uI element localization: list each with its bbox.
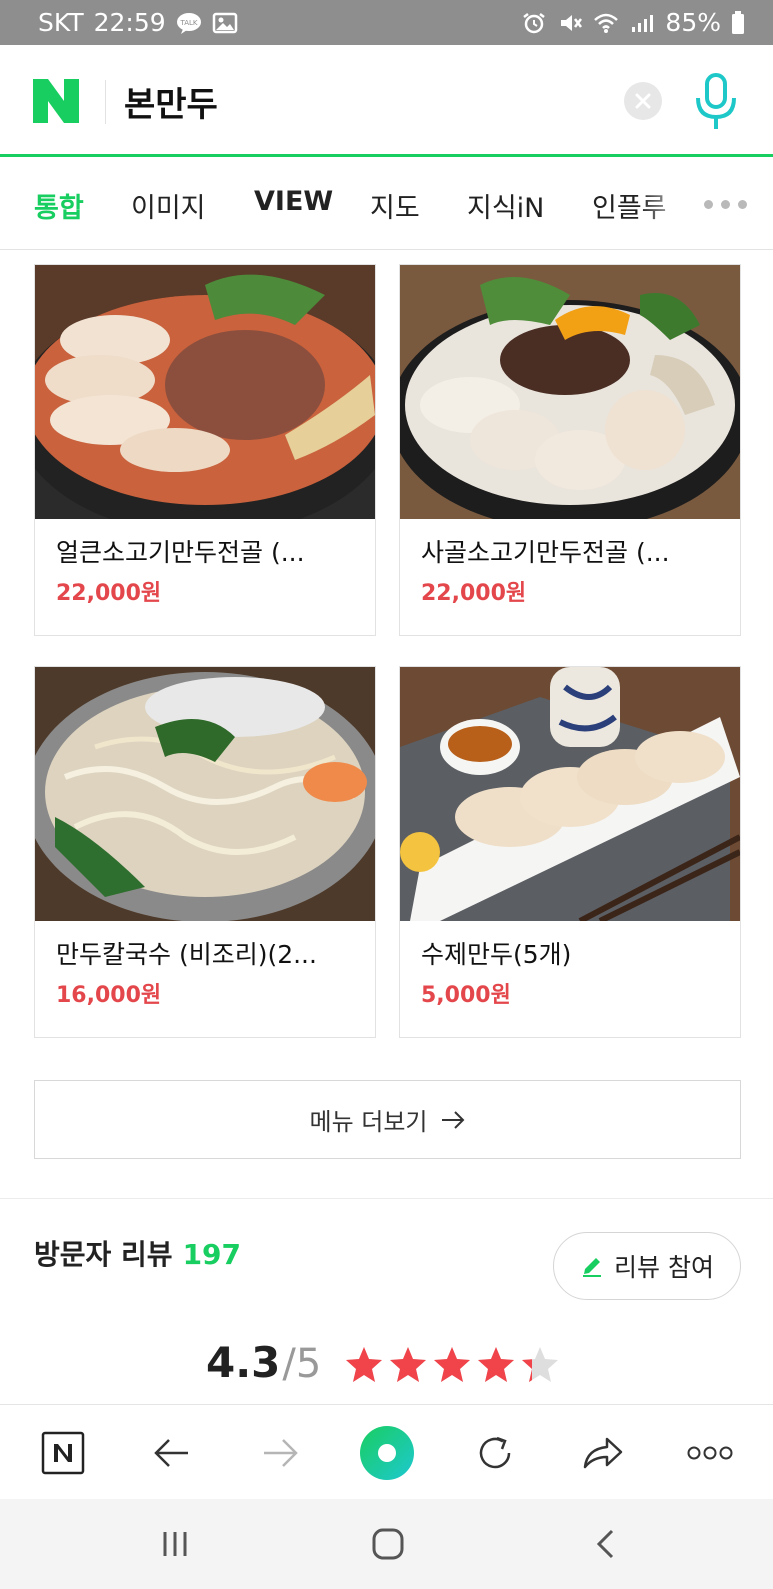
menu-item-name: 사골소고기만두전골 (... (421, 538, 670, 567)
write-review-button[interactable]: 리뷰 참여 (553, 1232, 741, 1300)
share-icon (583, 1437, 623, 1468)
pencil-icon (583, 1258, 602, 1277)
menu-photo (25, 667, 385, 922)
menu-photo (15, 265, 395, 535)
star-icon (522, 1347, 558, 1382)
more-menu-button[interactable]: 메뉴 더보기 (34, 1080, 741, 1159)
naver-home-button[interactable] (33, 1405, 93, 1500)
recent-apps-icon (163, 1532, 187, 1556)
svg-text:TALK: TALK (179, 19, 197, 27)
back-button[interactable] (142, 1405, 202, 1500)
menu-item-price: 16,000원 (56, 983, 162, 1008)
browser-toolbar (0, 1404, 773, 1499)
refresh-icon (479, 1436, 511, 1468)
refresh-button[interactable] (465, 1405, 525, 1500)
tab-map[interactable]: 지도 (370, 186, 420, 225)
star-icon (478, 1347, 514, 1382)
carrier: SKT (38, 8, 84, 37)
naver-logo-icon[interactable] (33, 79, 79, 123)
clock: 22:59 (93, 8, 166, 37)
search-bar: 본만두 (0, 45, 773, 157)
gallery-icon (212, 12, 237, 33)
talk-icon: TALK (176, 12, 201, 34)
menu-item-card[interactable]: 수제만두(5개) 5,000원 (399, 666, 742, 1038)
home-button[interactable] (358, 1499, 418, 1589)
signal-icon (632, 14, 654, 32)
battery-icon (732, 10, 744, 34)
menu-item-card[interactable]: 얼큰소고기만두전골 (... 22,000원 (15, 264, 395, 636)
chevron-left-icon (596, 1529, 614, 1559)
search-input[interactable]: 본만두 (124, 77, 218, 126)
star-icon (390, 1347, 426, 1382)
wifi-icon (594, 13, 619, 33)
home-icon (372, 1528, 404, 1560)
share-button[interactable] (573, 1405, 633, 1500)
star-icon (346, 1347, 382, 1382)
arrow-right-icon (441, 1110, 464, 1129)
review-count: 197 (182, 1238, 242, 1271)
menu-item-price: 22,000원 (421, 581, 527, 606)
alarm-icon (523, 12, 546, 33)
system-navigation-bar (0, 1499, 773, 1589)
divider (105, 80, 106, 124)
naver-n-icon (41, 1431, 85, 1474)
close-icon (635, 93, 651, 109)
recent-apps-button[interactable] (145, 1499, 205, 1589)
back-nav-button[interactable] (576, 1499, 636, 1589)
review-section-title: 방문자 리뷰 197 (34, 1233, 241, 1273)
more-options-button[interactable] (680, 1405, 740, 1500)
more-dots-icon (687, 1446, 733, 1459)
tab-view[interactable]: VIEW (254, 186, 333, 217)
section-divider (0, 1198, 773, 1199)
green-dot-icon (360, 1425, 414, 1480)
arrow-right-icon (264, 1438, 298, 1467)
tab-knowledge-in[interactable]: 지식iN (467, 186, 544, 225)
rating-max: /5 (282, 1341, 322, 1387)
arrow-left-icon (154, 1438, 188, 1467)
menu-photo (400, 667, 742, 924)
search-tabs: 통합 이미지 VIEW 지도 지식iN 인플루 (0, 160, 773, 250)
mute-icon (561, 14, 583, 31)
tab-images[interactable]: 이미지 (131, 186, 206, 225)
microphone-icon[interactable] (692, 73, 740, 131)
menu-item-price: 22,000원 (56, 581, 162, 606)
menu-item-name: 얼큰소고기만두전골 (... (56, 538, 305, 567)
battery-percent: 85% (665, 8, 721, 37)
rating-stars (344, 1345, 560, 1385)
clear-search-button[interactable] (624, 82, 662, 120)
more-tabs-icon[interactable] (704, 200, 747, 209)
menu-item-price: 5,000원 (421, 983, 511, 1008)
green-dot-button[interactable] (353, 1405, 421, 1500)
menu-item-card[interactable]: 만두칼국수 (비조리)(2... 16,000원 (25, 666, 385, 1038)
menu-item-card[interactable]: 사골소고기만두전골 (... 22,000원 (390, 264, 750, 636)
more-menu-label: 메뉴 더보기 (309, 1108, 428, 1136)
tab-integrated[interactable]: 통합 (34, 186, 84, 225)
forward-button[interactable] (250, 1405, 310, 1500)
status-bar: SKT 22:59 TALK 85% (0, 0, 773, 45)
star-icon (434, 1347, 470, 1382)
write-review-label: 리뷰 참여 (614, 1253, 714, 1282)
menu-photo (390, 265, 750, 530)
menu-item-name: 만두칼국수 (비조리)(2... (56, 940, 317, 969)
rating-value: 4.3 (206, 1338, 281, 1387)
rating-score: 4.3 /5 (206, 1338, 321, 1387)
menu-item-name: 수제만두(5개) (421, 940, 572, 969)
review-title-label: 방문자 리뷰 (34, 1238, 173, 1271)
